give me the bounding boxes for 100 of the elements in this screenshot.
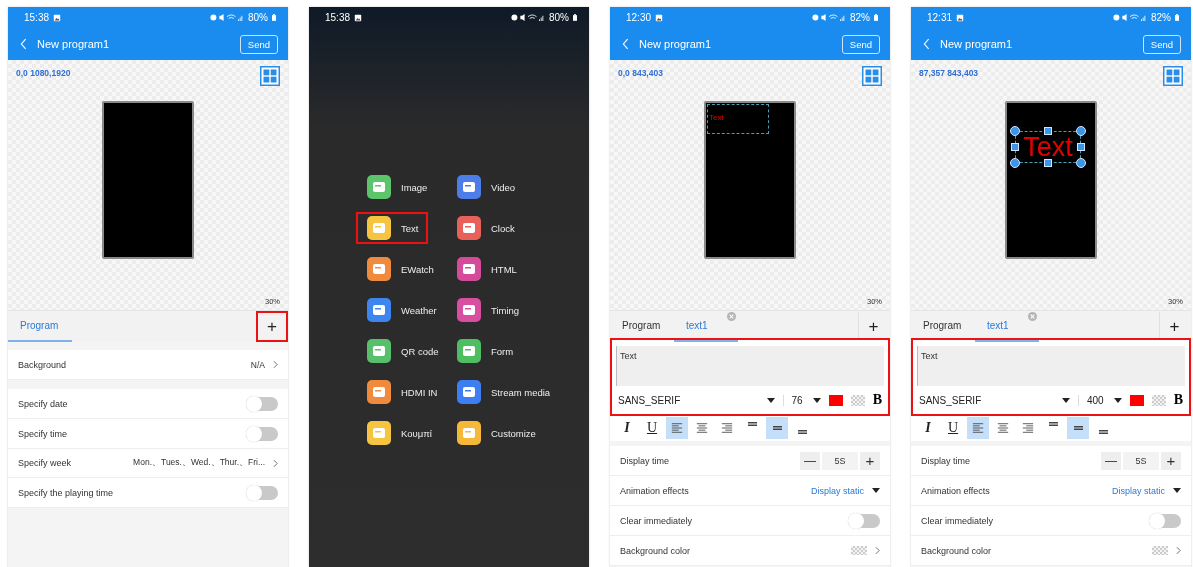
tile-icon xyxy=(367,216,391,240)
chevron-icon[interactable] xyxy=(875,546,880,555)
caret-icon xyxy=(1113,397,1122,403)
screen-title: New program1 xyxy=(639,38,713,50)
vertical-align-button[interactable] xyxy=(1067,417,1089,439)
align-button[interactable] xyxy=(666,417,688,439)
menu-item[interactable]: Κουμπί xyxy=(356,417,442,449)
text-align-icon xyxy=(670,422,684,434)
text-color-swatch[interactable] xyxy=(1129,394,1144,406)
toggle-switch[interactable] xyxy=(246,426,278,441)
toggle-switch[interactable] xyxy=(246,485,278,500)
tile-icon xyxy=(457,421,481,445)
vertical-align-icon xyxy=(772,426,782,430)
menu-item[interactable]: HDMI IN xyxy=(356,376,448,408)
toggle-switch[interactable] xyxy=(246,396,278,411)
battery-icon xyxy=(573,14,577,21)
status-time: 15:38 xyxy=(325,12,351,23)
setting-value[interactable]: N/A xyxy=(250,359,265,370)
text-input-field[interactable]: Text xyxy=(917,346,1185,386)
underline-button[interactable]: U xyxy=(942,417,964,439)
menu-item[interactable]: Stream media xyxy=(446,376,561,408)
tile-icon xyxy=(367,421,391,445)
text-align-icon xyxy=(971,422,985,434)
text-align-icon xyxy=(1021,422,1035,434)
menu-item[interactable]: Video xyxy=(446,171,526,203)
menu-item[interactable]: Customize xyxy=(446,417,546,449)
setting-label: Clear immediately xyxy=(620,515,694,526)
setting-label: Display time xyxy=(620,455,670,466)
menu-item[interactable]: Clock xyxy=(446,212,525,244)
menu-item[interactable]: QR code xyxy=(356,335,449,367)
font-size-dropdown[interactable]: 76 xyxy=(791,394,821,406)
grid-icon[interactable] xyxy=(1163,66,1183,86)
close-icon[interactable] xyxy=(727,312,736,321)
vertical-align-button[interactable] xyxy=(766,417,788,439)
toggle-switch[interactable] xyxy=(1149,513,1181,528)
image-icon xyxy=(354,13,363,22)
menu-item[interactable]: Image xyxy=(356,171,438,203)
chevron-icon[interactable] xyxy=(273,458,278,468)
back-icon[interactable] xyxy=(923,38,930,50)
text-element[interactable]: Text xyxy=(707,104,769,134)
color-swatch[interactable] xyxy=(1152,546,1168,555)
grid-icon[interactable] xyxy=(862,66,882,86)
font-dropdown[interactable]: SANS_SERIF xyxy=(919,394,1079,406)
tab[interactable]: Program xyxy=(911,311,975,342)
caret-icon xyxy=(872,488,880,493)
decrease-button[interactable]: — xyxy=(800,451,820,470)
coordinates-label: 0,0 843,403 xyxy=(618,68,663,78)
status-icons xyxy=(812,13,846,22)
animation-dropdown[interactable]: Display static xyxy=(1112,485,1165,496)
text-input-field[interactable]: Text xyxy=(616,346,884,386)
increase-button[interactable]: + xyxy=(1161,451,1181,470)
menu-item[interactable]: HTML xyxy=(446,253,527,285)
image-icon xyxy=(655,13,664,22)
menu-item[interactable]: Weather xyxy=(356,294,447,326)
italic-button[interactable]: I xyxy=(917,417,939,439)
tile-icon xyxy=(367,298,391,322)
setting-label: Animation effects xyxy=(921,485,991,496)
setting-value[interactable]: Mon.、Tues.、Wed.、Thur.、Fri... xyxy=(133,457,265,469)
caret-icon xyxy=(766,397,775,403)
bold-button[interactable]: B xyxy=(872,392,882,408)
back-icon[interactable] xyxy=(622,38,629,50)
stepper-value: 5S xyxy=(1123,451,1159,470)
status-time: 12:31 xyxy=(927,12,953,23)
tab[interactable]: Program xyxy=(610,311,674,342)
setting-label: Background color xyxy=(620,545,692,556)
toggle-switch[interactable] xyxy=(848,513,880,528)
animation-dropdown[interactable]: Display static xyxy=(811,485,864,496)
align-button[interactable] xyxy=(967,417,989,439)
color-swatch[interactable] xyxy=(851,546,867,555)
text-color-swatch[interactable] xyxy=(828,394,843,406)
caret-icon xyxy=(812,397,821,403)
font-size-dropdown[interactable]: 400 xyxy=(1086,394,1122,406)
battery-level: 80% xyxy=(248,12,268,23)
chevron-icon[interactable] xyxy=(273,360,278,369)
font-dropdown[interactable]: SANS_SERIF xyxy=(618,394,784,406)
decrease-button[interactable]: — xyxy=(1101,451,1121,470)
tab[interactable]: Program xyxy=(8,311,72,342)
setting-label: Background color xyxy=(921,545,993,556)
background-swatch[interactable] xyxy=(1151,394,1166,406)
menu-item[interactable]: Timing xyxy=(446,294,530,326)
chevron-icon[interactable] xyxy=(1176,546,1181,555)
grid-icon[interactable] xyxy=(260,66,280,86)
tile-icon xyxy=(457,339,481,363)
close-icon[interactable] xyxy=(1028,312,1037,321)
setting-label: Clear immediately xyxy=(921,515,995,526)
menu-item[interactable]: EWatch xyxy=(356,253,444,285)
italic-button[interactable]: I xyxy=(616,417,638,439)
back-icon[interactable] xyxy=(20,38,27,50)
increase-button[interactable]: + xyxy=(860,451,880,470)
image-icon xyxy=(53,13,62,22)
bold-button[interactable]: B xyxy=(1173,392,1183,408)
text-align-icon xyxy=(695,422,709,434)
menu-item[interactable]: Text xyxy=(356,212,429,244)
tile-icon xyxy=(367,175,391,199)
tile-icon xyxy=(367,257,391,281)
underline-button[interactable]: U xyxy=(641,417,663,439)
add-button[interactable]: + xyxy=(256,311,288,342)
background-swatch[interactable] xyxy=(850,394,865,406)
menu-item[interactable]: Form xyxy=(446,335,524,367)
screen-title: New program1 xyxy=(37,38,111,50)
